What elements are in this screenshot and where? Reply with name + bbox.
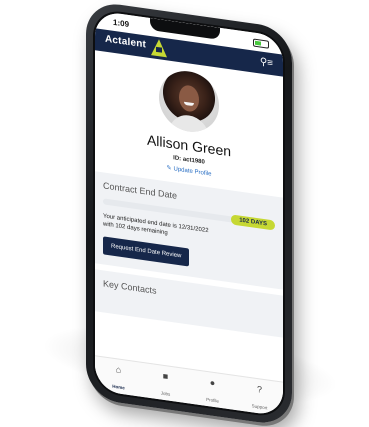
brand-a-icon	[151, 38, 167, 58]
avatar-face	[179, 84, 199, 113]
update-profile-label: Update Profile	[173, 166, 212, 178]
bottom-tab-bar: ⌂ Home ■ Jobs ● Profile ? Support	[95, 355, 283, 417]
tab-jobs[interactable]: ■ Jobs	[142, 363, 189, 404]
days-remaining-badge: 102 DAYS	[231, 214, 275, 231]
briefcase-icon: ■	[162, 370, 169, 382]
tab-support-label: Support	[251, 403, 268, 411]
help-icon: ?	[256, 384, 262, 395]
brand-logo-text: Actalent	[105, 33, 147, 51]
phone-bezel: 1:09 Actalent ⚲≡ Allison Green ID: act19…	[93, 7, 285, 419]
tab-jobs-label: Jobs	[160, 390, 171, 397]
avatar-shoulders	[169, 112, 209, 136]
phone-device: 1:09 Actalent ⚲≡ Allison Green ID: act19…	[86, 0, 292, 427]
search-menu-icon[interactable]: ⚲≡	[260, 56, 273, 69]
contract-card: Contract End Date 102 DAYS Your anticipa…	[95, 171, 283, 290]
request-review-button[interactable]: Request End Date Review	[103, 236, 190, 267]
battery-icon	[253, 38, 269, 49]
tab-profile[interactable]: ● Profile	[189, 369, 236, 410]
product-shot: 1:09 Actalent ⚲≡ Allison Green ID: act19…	[0, 0, 369, 427]
tab-home-label: Home	[112, 383, 125, 391]
person-icon: ●	[209, 377, 216, 389]
home-icon: ⌂	[115, 364, 122, 375]
tab-home[interactable]: ⌂ Home	[95, 356, 142, 397]
tab-support[interactable]: ? Support	[236, 376, 283, 417]
pencil-icon: ✎	[166, 165, 172, 173]
key-contacts-title: Key Contacts	[103, 278, 157, 296]
avatar	[159, 67, 219, 136]
app-screen: 1:09 Actalent ⚲≡ Allison Green ID: act19…	[95, 10, 283, 417]
tab-profile-label: Profile	[206, 396, 219, 404]
status-time: 1:09	[113, 17, 130, 30]
